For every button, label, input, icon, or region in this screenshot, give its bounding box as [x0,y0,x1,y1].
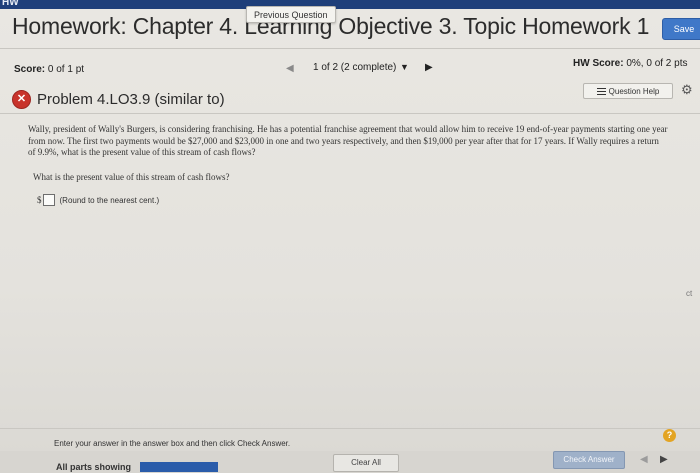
hw-score-value: 0%, 0 of 2 pts [626,58,688,69]
previous-question-tooltip: Previous Question [246,6,336,23]
page [0,9,700,473]
score-value: 0 of 1 pt [47,64,85,75]
answer-row: $ (Round to the nearest cent.) [37,194,159,206]
content-divider [0,428,700,429]
header-divider [0,48,700,49]
incorrect-x-icon: ✕ [12,89,31,109]
next-question-icon[interactable]: ▶ [425,62,433,73]
side-cut-text: ct [686,289,693,298]
question-text: What is the present value of this stream… [33,172,230,182]
top-strip: HW [0,0,700,9]
clear-all-button[interactable]: Clear All [333,454,399,472]
answer-input[interactable] [42,194,55,206]
all-parts-label: All parts showing [56,462,132,472]
problem-divider [0,113,700,114]
previous-question-icon[interactable]: ◀ [286,63,294,74]
hw-score: HW Score: 0%, 0 of 2 pts [573,58,688,69]
problem-text: Wally, president of Wally's Burgers, is … [28,124,668,158]
dollar-prefix: $ [37,195,42,205]
check-answer-button[interactable]: Check Answer [553,451,625,469]
question-help-label: Question Help [608,86,660,96]
score: Score: 0 of 1 pt [14,64,84,75]
save-button[interactable]: Save [662,18,700,40]
list-icon [596,87,606,95]
hw-score-label: HW Score: [573,58,624,69]
rounding-hint: (Round to the nearest cent.) [59,195,160,205]
question-dropdown-icon[interactable]: ▼ [400,62,409,72]
bottom-next-icon[interactable]: ▶ [660,454,668,465]
problem-title: Problem 4.LO3.9 (similar to) [37,90,225,108]
score-label: Score: [14,64,46,75]
help-bubble-icon[interactable]: ? [663,429,676,442]
progress-bar [140,462,218,472]
gear-icon[interactable]: ⚙ [681,82,693,98]
bottom-previous-icon[interactable]: ◀ [640,454,648,465]
problem-heading: ✕ Problem 4.LO3.9 (similar to) [12,88,225,110]
instruction-text: Enter your answer in the answer box and … [54,439,291,448]
question-counter[interactable]: 1 of 2 (2 complete) [313,62,396,73]
question-help-button[interactable]: Question Help [583,83,673,99]
top-strip-text: HW [2,0,19,8]
